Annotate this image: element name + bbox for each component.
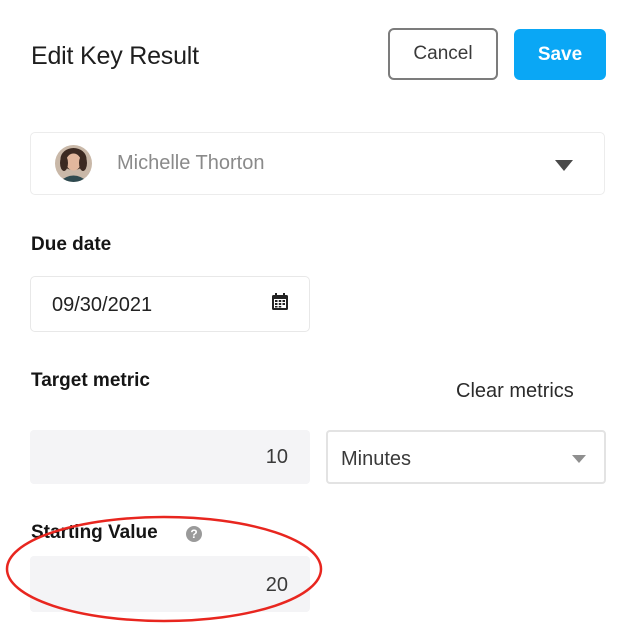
help-icon[interactable]: ? xyxy=(186,526,202,542)
unit-select[interactable]: Minutes xyxy=(326,430,606,484)
starting-value-input[interactable]: 20 xyxy=(30,556,310,612)
starting-value-label: Starting Value xyxy=(31,522,158,543)
save-button[interactable]: Save xyxy=(514,29,606,80)
clear-metrics-link[interactable]: Clear metrics xyxy=(456,378,574,404)
calendar-icon[interactable] xyxy=(271,293,289,311)
cancel-button[interactable]: Cancel xyxy=(388,28,498,80)
due-date-label: Due date xyxy=(31,234,112,255)
avatar xyxy=(55,145,92,182)
page-title: Edit Key Result xyxy=(31,42,199,70)
owner-name: Michelle Thorton xyxy=(117,152,265,174)
unit-select-value: Minutes xyxy=(341,448,412,470)
owner-select[interactable]: Michelle Thorton xyxy=(30,132,605,195)
chevron-down-icon xyxy=(555,160,573,171)
due-date-field[interactable]: 09/30/2021 xyxy=(30,276,310,332)
due-date-value: 09/30/2021 xyxy=(52,294,153,316)
target-value-input[interactable]: 10 xyxy=(30,430,310,484)
chevron-down-icon xyxy=(572,455,586,463)
target-metric-label: Target metric xyxy=(31,370,150,391)
